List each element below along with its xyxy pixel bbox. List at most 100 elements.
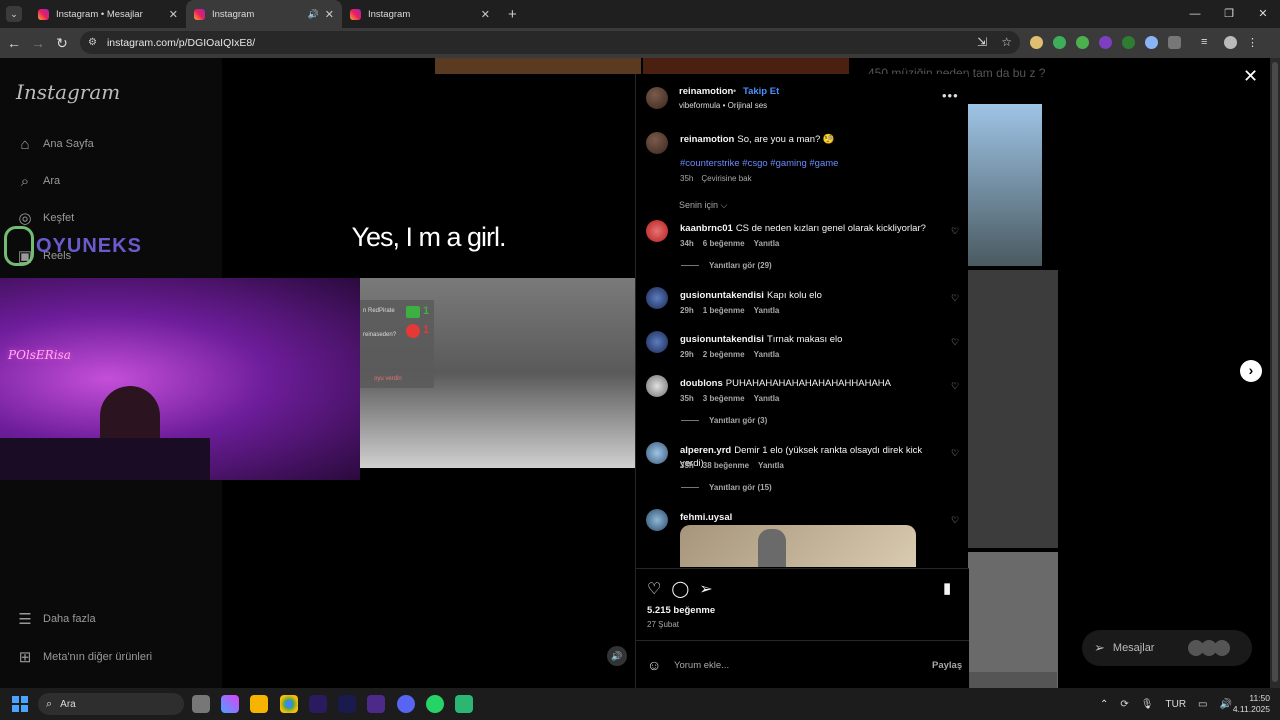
comment-gif-image[interactable]: [680, 525, 916, 567]
tab-instagram-active[interactable]: Instagram 🔊 ✕: [186, 0, 342, 28]
app-icon[interactable]: [455, 695, 473, 713]
comment-likes[interactable]: 2 beğenme: [703, 350, 745, 359]
avatar[interactable]: [646, 331, 668, 353]
file-explorer-icon[interactable]: [250, 695, 268, 713]
tray-chevron-icon[interactable]: ⌃: [1100, 699, 1108, 710]
maximize-button[interactable]: ❐: [1212, 0, 1246, 28]
microphone-icon[interactable]: 🎙: [1141, 699, 1154, 710]
view-replies-button[interactable]: Yanıtları gör (3): [681, 416, 767, 425]
reply-button[interactable]: Yanıtla: [754, 306, 780, 315]
whatsapp-icon[interactable]: [426, 695, 444, 713]
page-scrollbar[interactable]: [1270, 58, 1280, 688]
speaker-icon[interactable]: 🔊: [308, 9, 319, 20]
caption-username[interactable]: reinamotion: [680, 134, 734, 145]
comment-input[interactable]: Yorum ekle...: [674, 660, 729, 671]
instagram-logo[interactable]: Instagram: [16, 80, 120, 104]
browser-menu-icon[interactable]: ⋮: [1247, 36, 1260, 49]
task-view-icon[interactable]: [192, 695, 210, 713]
discord-icon[interactable]: [397, 695, 415, 713]
reply-button[interactable]: Yanıtla: [754, 350, 780, 359]
close-window-button[interactable]: ✕: [1246, 0, 1280, 28]
messages-button[interactable]: ➢ Mesajlar: [1082, 630, 1252, 666]
post-username[interactable]: reinamotion: [679, 86, 733, 97]
extension-icon[interactable]: [1053, 36, 1066, 49]
extension-icon[interactable]: [1122, 36, 1135, 49]
comment-likes[interactable]: 1 beğenme: [703, 306, 745, 315]
audio-subtitle[interactable]: vibeformula • Orijinal ses: [679, 101, 767, 110]
extensions-puzzle-icon[interactable]: [1168, 36, 1181, 49]
reply-button[interactable]: Yanıtla: [758, 461, 784, 470]
chrome-icon[interactable]: [280, 695, 298, 713]
comment-username[interactable]: gusionuntakendisi: [680, 334, 764, 345]
comment-likes[interactable]: 3 beğenme: [703, 394, 745, 403]
sidebar-item-meta[interactable]: ⊞ Meta'nın diğer ürünleri: [16, 648, 152, 666]
comment-likes[interactable]: 38 beğenme: [703, 461, 749, 470]
follow-button[interactable]: Takip Et: [743, 86, 779, 97]
comment-username[interactable]: kaanbrnc01: [680, 223, 733, 234]
extension-icon[interactable]: [1145, 36, 1158, 49]
caption-hashtags[interactable]: #counterstrike #csgo #gaming #game: [680, 158, 838, 169]
visual-studio-icon[interactable]: [367, 695, 385, 713]
install-app-icon[interactable]: ⇲: [977, 35, 987, 49]
scrollbar-thumb[interactable]: [1272, 62, 1278, 682]
post-comment-button[interactable]: Paylaş: [932, 660, 962, 671]
next-post-button[interactable]: ›: [1240, 360, 1262, 382]
avatar[interactable]: [646, 375, 668, 397]
minimize-button[interactable]: —: [1178, 0, 1212, 28]
view-replies-button[interactable]: Yanıtları gör (29): [681, 261, 772, 270]
comment-icon[interactable]: ◯: [671, 579, 689, 599]
tab-search-button[interactable]: ⌄: [6, 6, 22, 22]
site-info-icon[interactable]: ⚙: [88, 37, 97, 48]
windows-start-icon[interactable]: [12, 696, 28, 712]
after-effects-icon[interactable]: [338, 695, 356, 713]
sidebar-item-search[interactable]: ⌕ Ara: [16, 172, 60, 190]
save-bookmark-icon[interactable]: ▮: [943, 579, 951, 597]
close-tab-icon[interactable]: ✕: [325, 8, 334, 21]
sidebar-item-home[interactable]: ⌂ Ana Sayfa: [16, 135, 93, 153]
more-options-icon[interactable]: •••: [942, 88, 959, 103]
tab-messages[interactable]: Instagram • Mesajlar ✕: [30, 0, 186, 28]
extension-icon[interactable]: [1076, 36, 1089, 49]
like-comment-icon[interactable]: ♡: [951, 293, 959, 304]
bookmark-star-icon[interactable]: ☆: [1001, 35, 1012, 49]
close-tab-icon[interactable]: ✕: [169, 8, 178, 21]
likes-count[interactable]: 5.215 beğenme: [647, 605, 715, 616]
avatar[interactable]: [646, 287, 668, 309]
translate-link[interactable]: Çevirisine bak: [701, 174, 751, 183]
like-icon[interactable]: ♡: [647, 579, 661, 599]
tab-instagram[interactable]: Instagram ✕: [342, 0, 498, 28]
reply-button[interactable]: Yanıtla: [754, 394, 780, 403]
share-icon[interactable]: ➢: [699, 579, 712, 599]
comment-username[interactable]: doublons: [680, 378, 723, 389]
view-replies-button[interactable]: Yanıtları gör (15): [681, 483, 772, 492]
avatar[interactable]: [646, 87, 668, 109]
emoji-icon[interactable]: ☺: [647, 657, 661, 673]
like-comment-icon[interactable]: ♡: [951, 381, 959, 392]
reply-button[interactable]: Yanıtla: [754, 239, 780, 248]
comment-likes[interactable]: 6 beğenme: [703, 239, 745, 248]
reload-button[interactable]: ↻: [50, 35, 74, 52]
extension-icon[interactable]: [1099, 36, 1112, 49]
comment-username[interactable]: fehmi.uysal: [680, 512, 732, 523]
like-comment-icon[interactable]: ♡: [951, 515, 959, 526]
taskbar-search[interactable]: ⌕ Ara: [38, 693, 184, 715]
volume-button[interactable]: 🔊: [607, 646, 627, 666]
display-icon[interactable]: ▭: [1198, 699, 1207, 710]
volume-icon[interactable]: 🔊: [1220, 699, 1232, 710]
avatar[interactable]: [646, 132, 668, 154]
url-field[interactable]: ⚙ instagram.com/p/DGIOaIQIxE8/ ⇲ ☆: [80, 31, 1020, 54]
comment-sort-dropdown[interactable]: Senin için ⌵: [679, 200, 727, 211]
close-tab-icon[interactable]: ✕: [481, 8, 490, 21]
avatar[interactable]: [646, 509, 668, 531]
like-comment-icon[interactable]: ♡: [951, 448, 959, 459]
profile-icon[interactable]: [1224, 36, 1237, 49]
close-icon[interactable]: ✕: [1243, 66, 1258, 87]
back-button[interactable]: ←: [2, 35, 26, 51]
comment-username[interactable]: gusionuntakendisi: [680, 290, 764, 301]
copilot-icon[interactable]: [221, 695, 239, 713]
like-comment-icon[interactable]: ♡: [951, 337, 959, 348]
extension-icon[interactable]: [1030, 36, 1043, 49]
premiere-icon[interactable]: [309, 695, 327, 713]
comment-username[interactable]: alperen.yrd: [680, 445, 731, 456]
language-indicator[interactable]: TUR: [1165, 699, 1186, 710]
